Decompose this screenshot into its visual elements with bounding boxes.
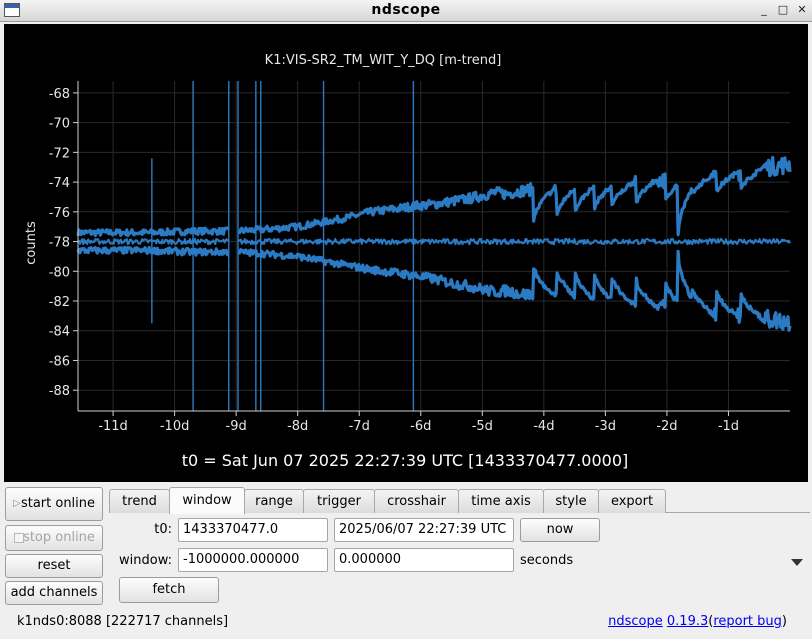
stop-online-label: stop online xyxy=(23,530,95,545)
tab-style[interactable]: style xyxy=(543,489,599,513)
trend-plot[interactable]: -68 -70 -72 -74 -76 -78 -80 -82 -84 -86 -88 -11d -10… xyxy=(4,24,808,482)
tab-export[interactable]: export xyxy=(598,489,666,513)
x-tick-label: -9d xyxy=(226,419,247,434)
stop-checkbox-icon xyxy=(14,533,24,543)
series-mean-line xyxy=(77,237,791,246)
x-tick-label: -5d xyxy=(472,419,493,434)
window-title: ndscope xyxy=(371,2,441,18)
tab-trigger[interactable]: trigger xyxy=(303,489,375,513)
y-tick-label: -76 xyxy=(49,206,70,221)
y-tick-label: -74 xyxy=(49,176,70,191)
series-min-line xyxy=(76,245,792,332)
x-tick-label: -10d xyxy=(160,419,190,434)
series-max-line xyxy=(76,155,792,238)
x-axis-label: t0 = Sat Jun 07 2025 22:27:39 UTC [14333… xyxy=(182,451,629,470)
t0-utc-input[interactable]: 2025/06/07 22:27:39 UTC xyxy=(334,518,514,542)
t0-label: t0: xyxy=(154,522,172,537)
tab-window[interactable]: window xyxy=(169,487,245,514)
y-tick-label: -84 xyxy=(49,325,70,340)
minimize-icon[interactable]: _ xyxy=(756,2,772,18)
y-tick-label: -82 xyxy=(49,295,70,310)
expand-down-icon[interactable] xyxy=(791,559,803,566)
x-tick-label: -6d xyxy=(410,419,431,434)
start-online-button[interactable]: ▷ start online xyxy=(5,487,103,521)
title-bar: ndscope _ □ ✕ xyxy=(0,0,812,22)
tab-trend[interactable]: trend xyxy=(109,489,170,513)
window-end-input[interactable]: 0.000000 xyxy=(334,548,514,572)
paren-close: ) xyxy=(781,614,787,629)
y-axis-label: counts xyxy=(24,221,39,265)
plot-area[interactable]: -68 -70 -72 -74 -76 -78 -80 -82 -84 -86 -88 -11d -10… xyxy=(4,24,808,482)
ndscope-link[interactable]: ndscope xyxy=(608,614,663,629)
stop-online-button[interactable]: stop online xyxy=(5,525,103,551)
y-tick-label: -86 xyxy=(49,354,70,369)
play-icon: ▷ xyxy=(13,498,21,509)
add-channels-button[interactable]: add channels xyxy=(5,581,103,605)
status-server: k1nds0:8088 [222717 channels] xyxy=(17,614,228,629)
fetch-button[interactable]: fetch xyxy=(119,577,219,603)
tab-time-axis[interactable]: time axis xyxy=(458,489,544,513)
window-start-input[interactable]: -1000000.000000 xyxy=(178,548,328,572)
status-version: ndscope 0.19.3(report bug) xyxy=(608,614,787,629)
maximize-icon[interactable]: □ xyxy=(775,2,791,18)
y-tick-label: -80 xyxy=(49,265,70,280)
server-address: k1nds0:8088 xyxy=(17,614,102,629)
x-tick-label: -2d xyxy=(656,419,677,434)
x-tick-label: -11d xyxy=(98,419,128,434)
channel-count: [222717 channels] xyxy=(105,614,229,629)
y-tick-label: -78 xyxy=(49,236,70,251)
y-tick-label: -68 xyxy=(49,87,70,102)
x-tick-label: -8d xyxy=(287,419,308,434)
close-icon[interactable]: ✕ xyxy=(794,2,810,18)
x-tick-label: -1d xyxy=(718,419,739,434)
reset-button[interactable]: reset xyxy=(5,554,103,578)
y-tick-label: -72 xyxy=(49,146,70,161)
x-tick-label: -7d xyxy=(349,419,370,434)
plot-title: K1:VIS-SR2_TM_WIT_Y_DQ [m-trend] xyxy=(265,53,502,68)
x-tick-label: -3d xyxy=(595,419,616,434)
seconds-label: seconds xyxy=(520,553,574,568)
window-label: window: xyxy=(119,553,172,568)
tab-crosshair[interactable]: crosshair xyxy=(374,489,459,513)
version-link[interactable]: 0.19.3 xyxy=(667,614,708,629)
now-button[interactable]: now xyxy=(520,518,600,542)
t0-gps-input[interactable]: 1433370477.0 xyxy=(178,518,328,542)
report-bug-link[interactable]: report bug xyxy=(713,614,782,629)
y-tick-label: -88 xyxy=(49,384,70,399)
start-online-label: start online xyxy=(20,496,96,511)
x-tick-label: -4d xyxy=(533,419,554,434)
tab-range[interactable]: range xyxy=(244,489,304,513)
y-tick-label: -70 xyxy=(49,117,70,132)
